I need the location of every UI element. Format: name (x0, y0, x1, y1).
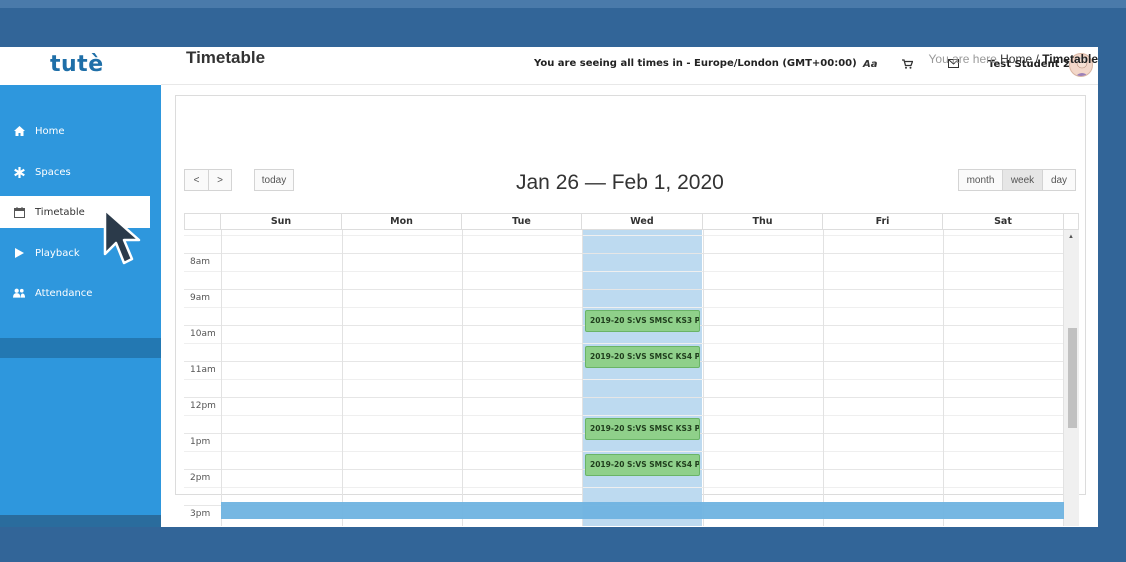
column-divider (943, 230, 944, 526)
hour-line (184, 253, 1063, 254)
column-divider (221, 230, 222, 526)
cart-icon[interactable] (902, 59, 914, 72)
day-header-sat: Sat (943, 213, 1064, 230)
timezone-notice: You are seeing all times in - Europe/Lon… (534, 58, 857, 69)
sidebar-divider (0, 338, 161, 358)
calendar-range-title: Jan 26 — Feb 1, 2020 (516, 171, 724, 194)
logo-bar: tutè (0, 47, 161, 85)
slot-line (184, 271, 1063, 272)
calendar-event[interactable]: 2019-20 S:VS SMSC KS4 P (585, 346, 700, 368)
column-divider (582, 230, 583, 526)
time-gutter-header (184, 213, 221, 230)
font-size-icon[interactable]: Aa (863, 59, 878, 70)
column-divider (703, 230, 704, 526)
breadcrumb-prefix: You are here (928, 52, 997, 66)
view-day-button[interactable]: day (1042, 169, 1076, 191)
current-time-band (221, 502, 1064, 519)
time-label: 9am (190, 293, 211, 303)
sidebar-item-home[interactable]: Home (0, 115, 161, 147)
sidebar-item-label: Timetable (35, 206, 85, 218)
breadcrumb-separator: / (1035, 52, 1039, 66)
time-label: 2pm (190, 473, 211, 483)
slot-line (184, 451, 1063, 452)
window-edge (0, 0, 1126, 8)
next-button[interactable]: > (208, 169, 232, 191)
sidebar-item-label: Attendance (35, 287, 93, 299)
sidebar-item-attendance[interactable]: Attendance (0, 277, 161, 309)
home-icon (13, 125, 25, 137)
sidebar-item-spaces[interactable]: Spaces (0, 156, 161, 188)
column-divider (342, 230, 343, 526)
calendar-event[interactable]: 2019-20 S:VS SMSC KS4 P (585, 454, 700, 476)
hour-line (184, 289, 1063, 290)
slot-line (184, 307, 1063, 308)
breadcrumb-current: Timetable (1042, 52, 1098, 66)
today-button[interactable]: today (254, 169, 294, 191)
week-grid: Sun Mon Tue Wed Thu Fri Sat 8am 9am 10am… (184, 213, 1079, 526)
slot-line (184, 487, 1063, 488)
day-header-wed: Wed (582, 213, 703, 230)
slot-line (184, 235, 1063, 236)
time-label: 8am (190, 257, 211, 267)
view-month-button[interactable]: month (958, 169, 1002, 191)
scrollbar-thumb[interactable] (1068, 328, 1077, 428)
time-label: 3pm (190, 509, 211, 519)
logo[interactable]: tutè (50, 52, 104, 77)
view-week-button[interactable]: week (1002, 169, 1042, 191)
play-icon (13, 247, 25, 259)
time-label: 11am (190, 365, 216, 375)
column-divider (823, 230, 824, 526)
breadcrumb-home[interactable]: Home (1000, 52, 1032, 66)
calendar-event[interactable]: 2019-20 S:VS SMSC KS3 P (585, 310, 700, 332)
scroll-header (1064, 213, 1079, 230)
calendar-icon (13, 206, 25, 218)
sidebar-footer (0, 515, 161, 527)
column-divider (462, 230, 463, 526)
calendar-event[interactable]: 2019-20 S:VS SMSC KS3 P (585, 418, 700, 440)
time-label: 12pm (190, 401, 216, 411)
day-header-thu: Thu (703, 213, 823, 230)
day-header-sun: Sun (221, 213, 342, 230)
day-header-fri: Fri (823, 213, 943, 230)
hour-line (184, 397, 1063, 398)
sidebar-item-label: Playback (35, 247, 80, 259)
users-icon (13, 287, 25, 299)
day-header-mon: Mon (342, 213, 462, 230)
page-title: Timetable (186, 48, 266, 67)
mouse-cursor-icon (103, 208, 143, 268)
today-column (582, 230, 702, 526)
slot-line (184, 415, 1063, 416)
sidebar-item-label: Spaces (35, 166, 71, 178)
time-label: 1pm (190, 437, 211, 447)
slot-line (184, 379, 1063, 380)
sidebar-item-label: Home (35, 125, 65, 137)
scroll-up-icon[interactable]: ▲ (1068, 234, 1074, 240)
day-header-tue: Tue (462, 213, 582, 230)
slot-line (184, 343, 1063, 344)
sidebar: tutè Home Spaces Timetable Playback Atte… (0, 47, 161, 527)
breadcrumb: You are here Home / Timetable (929, 52, 1098, 66)
prev-button[interactable]: < (184, 169, 208, 191)
time-label: 10am (190, 329, 216, 339)
asterisk-icon (13, 166, 25, 178)
